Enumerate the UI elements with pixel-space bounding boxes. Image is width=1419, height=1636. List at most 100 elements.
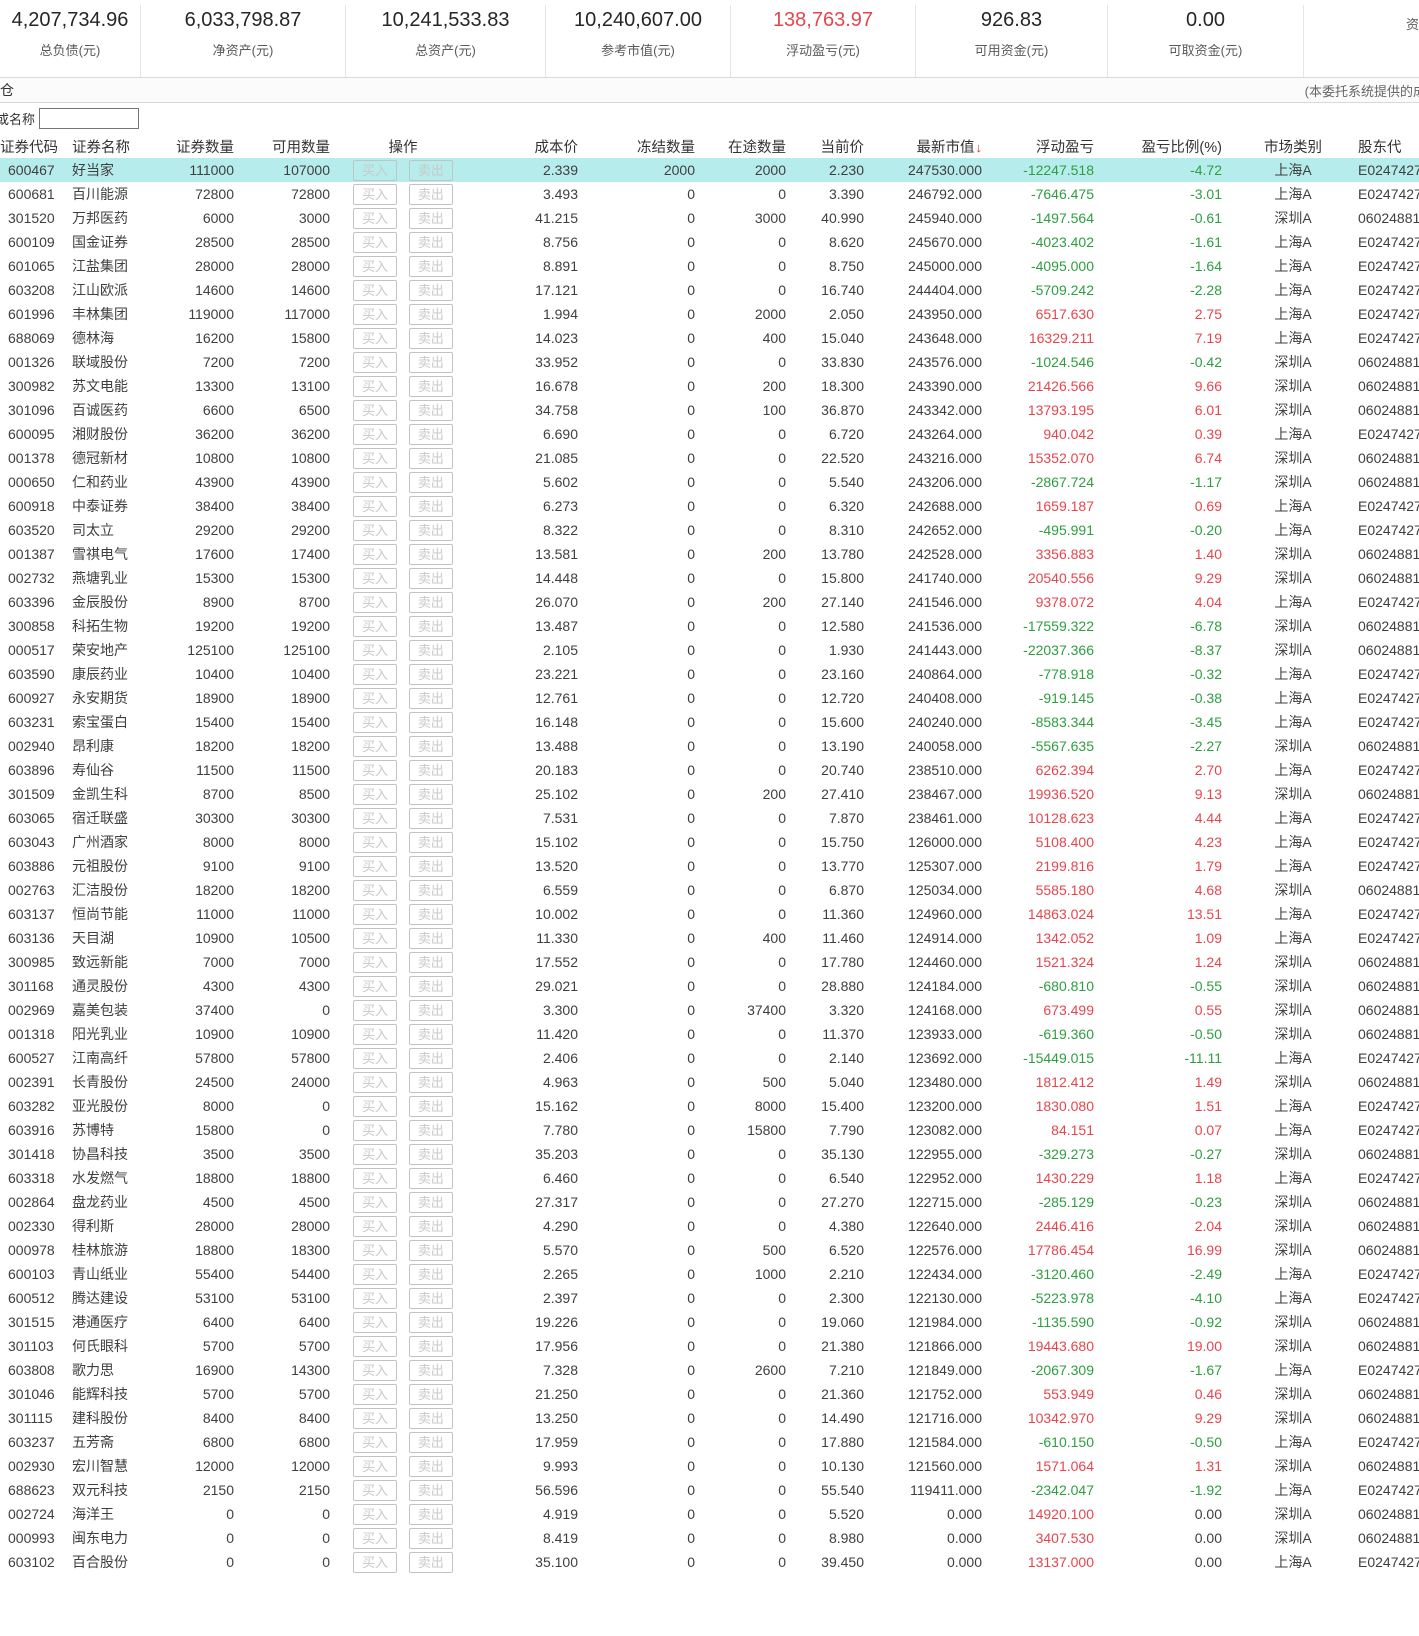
- table-row[interactable]: 603102 百合股份 0 0 买入 卖出 35.100 0 0 39.450 …: [0, 1550, 1419, 1574]
- table-row[interactable]: 603520 司太立 29200 29200 买入 卖出 8.322 0 0 8…: [0, 518, 1419, 542]
- col-header-quantity[interactable]: 证券数量: [168, 134, 240, 158]
- buy-button[interactable]: 买入: [353, 1167, 398, 1189]
- sell-button[interactable]: 卖出: [408, 1551, 453, 1573]
- buy-button[interactable]: 买入: [353, 1191, 398, 1213]
- table-row[interactable]: 600681 百川能源 72800 72800 买入 卖出 3.493 0 0 …: [0, 182, 1419, 206]
- buy-button[interactable]: 买入: [353, 447, 398, 469]
- sell-button[interactable]: 卖出: [408, 1095, 453, 1117]
- buy-button[interactable]: 买入: [353, 279, 398, 301]
- tab-positions[interactable]: 仓: [0, 80, 14, 100]
- table-row[interactable]: 603231 索宝蛋白 15400 15400 买入 卖出 16.148 0 0…: [0, 710, 1419, 734]
- sell-button[interactable]: 卖出: [408, 927, 453, 949]
- col-header-frozen[interactable]: 冻结数量: [584, 134, 701, 158]
- sell-button[interactable]: 卖出: [408, 831, 453, 853]
- table-row[interactable]: 603318 水发燃气 18800 18800 买入 卖出 6.460 0 0 …: [0, 1166, 1419, 1190]
- table-row[interactable]: 603208 江山欧派 14600 14600 买入 卖出 17.121 0 0…: [0, 278, 1419, 302]
- buy-button[interactable]: 买入: [353, 183, 398, 205]
- sell-button[interactable]: 卖出: [408, 1455, 453, 1477]
- buy-button[interactable]: 买入: [353, 759, 398, 781]
- col-header-available[interactable]: 可用数量: [240, 134, 336, 158]
- table-row[interactable]: 600512 腾达建设 53100 53100 买入 卖出 2.397 0 0 …: [0, 1286, 1419, 1310]
- buy-button[interactable]: 买入: [353, 1071, 398, 1093]
- buy-button[interactable]: 买入: [353, 807, 398, 829]
- buy-button[interactable]: 买入: [353, 1263, 398, 1285]
- sell-button[interactable]: 卖出: [408, 1047, 453, 1069]
- buy-button[interactable]: 买入: [353, 1287, 398, 1309]
- table-row[interactable]: 001387 雪祺电气 17600 17400 买入 卖出 13.581 0 2…: [0, 542, 1419, 566]
- table-row[interactable]: 688623 双元科技 2150 2150 买入 卖出 56.596 0 0 5…: [0, 1478, 1419, 1502]
- buy-button[interactable]: 买入: [353, 951, 398, 973]
- col-header-pnl-percent[interactable]: 盈亏比例(%): [1100, 134, 1228, 158]
- table-row[interactable]: 603137 恒尚节能 11000 11000 买入 卖出 10.002 0 0…: [0, 902, 1419, 926]
- table-row[interactable]: 603590 康辰药业 10400 10400 买入 卖出 23.221 0 0…: [0, 662, 1419, 686]
- sell-button[interactable]: 卖出: [408, 1311, 453, 1333]
- col-header-name[interactable]: 证券名称: [66, 134, 168, 158]
- buy-button[interactable]: 买入: [353, 1095, 398, 1117]
- col-header-market-type[interactable]: 市场类别: [1228, 134, 1358, 158]
- table-row[interactable]: 001378 德冠新材 10800 10800 买入 卖出 21.085 0 0…: [0, 446, 1419, 470]
- sell-button[interactable]: 卖出: [408, 1431, 453, 1453]
- sell-button[interactable]: 卖出: [408, 639, 453, 661]
- buy-button[interactable]: 买入: [353, 855, 398, 877]
- sell-button[interactable]: 卖出: [408, 375, 453, 397]
- buy-button[interactable]: 买入: [353, 999, 398, 1021]
- table-row[interactable]: 603043 广州酒家 8000 8000 买入 卖出 15.102 0 0 1…: [0, 830, 1419, 854]
- sell-button[interactable]: 卖出: [408, 1383, 453, 1405]
- sell-button[interactable]: 卖出: [408, 783, 453, 805]
- buy-button[interactable]: 买入: [353, 1431, 398, 1453]
- buy-button[interactable]: 买入: [353, 303, 398, 325]
- buy-button[interactable]: 买入: [353, 351, 398, 373]
- buy-button[interactable]: 买入: [353, 255, 398, 277]
- table-row[interactable]: 301046 能辉科技 5700 5700 买入 卖出 21.250 0 0 2…: [0, 1382, 1419, 1406]
- table-row[interactable]: 301520 万邦医药 6000 3000 买入 卖出 41.215 0 300…: [0, 206, 1419, 230]
- table-row[interactable]: 300985 致远新能 7000 7000 买入 卖出 17.552 0 0 1…: [0, 950, 1419, 974]
- table-row[interactable]: 300858 科拓生物 19200 19200 买入 卖出 13.487 0 0…: [0, 614, 1419, 638]
- buy-button[interactable]: 买入: [353, 399, 398, 421]
- buy-button[interactable]: 买入: [353, 519, 398, 541]
- buy-button[interactable]: 买入: [353, 879, 398, 901]
- buy-button[interactable]: 买入: [353, 1215, 398, 1237]
- table-row[interactable]: 600918 中泰证券 38400 38400 买入 卖出 6.273 0 0 …: [0, 494, 1419, 518]
- buy-button[interactable]: 买入: [353, 927, 398, 949]
- buy-button[interactable]: 买入: [353, 639, 398, 661]
- buy-button[interactable]: 买入: [353, 615, 398, 637]
- sell-button[interactable]: 卖出: [408, 327, 453, 349]
- table-row[interactable]: 603237 五芳斋 6800 6800 买入 卖出 17.959 0 0 17…: [0, 1430, 1419, 1454]
- sell-button[interactable]: 卖出: [408, 543, 453, 565]
- table-row[interactable]: 301168 通灵股份 4300 4300 买入 卖出 29.021 0 0 2…: [0, 974, 1419, 998]
- sell-button[interactable]: 卖出: [408, 1071, 453, 1093]
- buy-button[interactable]: 买入: [353, 1503, 398, 1525]
- sell-button[interactable]: 卖出: [408, 447, 453, 469]
- sell-button[interactable]: 卖出: [408, 1191, 453, 1213]
- sell-button[interactable]: 卖出: [408, 1023, 453, 1045]
- sell-button[interactable]: 卖出: [408, 1143, 453, 1165]
- sell-button[interactable]: 卖出: [408, 1527, 453, 1549]
- sell-button[interactable]: 卖出: [408, 1287, 453, 1309]
- table-row[interactable]: 603396 金辰股份 8900 8700 买入 卖出 26.070 0 200…: [0, 590, 1419, 614]
- table-row[interactable]: 002391 长青股份 24500 24000 买入 卖出 4.963 0 50…: [0, 1070, 1419, 1094]
- sell-button[interactable]: 卖出: [408, 1335, 453, 1357]
- buy-button[interactable]: 买入: [353, 663, 398, 685]
- buy-button[interactable]: 买入: [353, 1551, 398, 1573]
- table-row[interactable]: 603282 亚光股份 8000 0 买入 卖出 15.162 0 8000 1…: [0, 1094, 1419, 1118]
- table-row[interactable]: 002763 汇洁股份 18200 18200 买入 卖出 6.559 0 0 …: [0, 878, 1419, 902]
- table-row[interactable]: 301103 何氏眼科 5700 5700 买入 卖出 17.956 0 0 2…: [0, 1334, 1419, 1358]
- table-row[interactable]: 301509 金凯生科 8700 8500 买入 卖出 25.102 0 200…: [0, 782, 1419, 806]
- buy-button[interactable]: 买入: [353, 375, 398, 397]
- sell-button[interactable]: 卖出: [408, 519, 453, 541]
- buy-button[interactable]: 买入: [353, 231, 398, 253]
- sell-button[interactable]: 卖出: [408, 183, 453, 205]
- table-row[interactable]: 000978 桂林旅游 18800 18300 买入 卖出 5.570 0 50…: [0, 1238, 1419, 1262]
- table-row[interactable]: 000993 闽东电力 0 0 买入 卖出 8.419 0 0 8.980 0.…: [0, 1526, 1419, 1550]
- sell-button[interactable]: 卖出: [408, 591, 453, 613]
- buy-button[interactable]: 买入: [353, 423, 398, 445]
- col-header-current-price[interactable]: 当前价: [792, 134, 870, 158]
- sell-button[interactable]: 卖出: [408, 351, 453, 373]
- sell-button[interactable]: 卖出: [408, 735, 453, 757]
- sell-button[interactable]: 卖出: [408, 999, 453, 1021]
- table-row[interactable]: 001326 联域股份 7200 7200 买入 卖出 33.952 0 0 3…: [0, 350, 1419, 374]
- table-row[interactable]: 600467 好当家 111000 107000 买入 卖出 2.339 200…: [0, 158, 1419, 182]
- sell-button[interactable]: 卖出: [408, 663, 453, 685]
- buy-button[interactable]: 买入: [353, 471, 398, 493]
- sell-button[interactable]: 卖出: [408, 231, 453, 253]
